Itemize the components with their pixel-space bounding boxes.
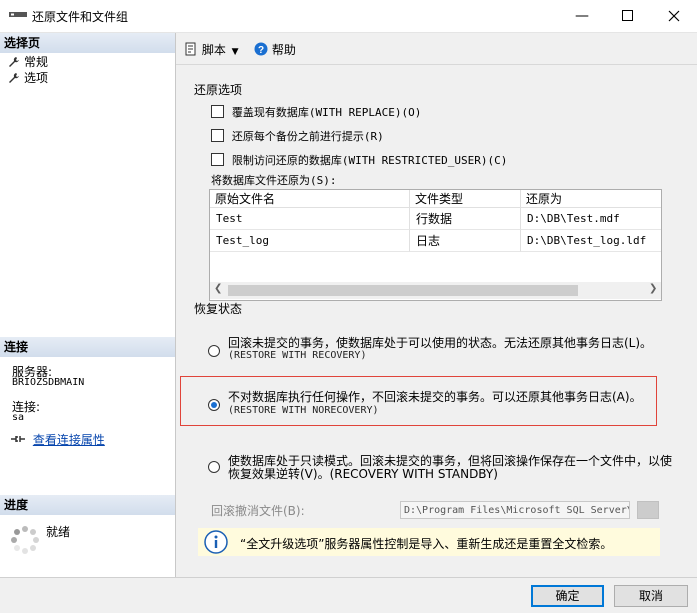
- minimize-icon: —: [575, 8, 589, 24]
- info-icon: [204, 530, 228, 554]
- recovery-option-subtext: 恢复效果逆转(V)。(RECOVERY WITH STANDBY): [228, 467, 498, 481]
- table-cell: Test: [210, 208, 410, 230]
- column-header-file-type[interactable]: 文件类型: [410, 190, 521, 208]
- nav-item-general[interactable]: 常规: [8, 54, 48, 70]
- recovery-option-subtext: (RESTORE WITH NORECOVERY): [228, 405, 379, 416]
- checkbox-box[interactable]: [211, 129, 224, 142]
- svg-text:?: ?: [258, 45, 264, 56]
- column-header-restore-as[interactable]: 还原为: [521, 190, 661, 208]
- restore-options-title: 还原选项: [194, 83, 243, 97]
- info-banner: “全文升级选项”服务器属性控制是导入、重新生成还是重置全文检索。: [198, 528, 660, 556]
- nav-item-label: 选项: [24, 71, 49, 85]
- checkbox-prompt-before-restore[interactable]: 还原每个备份之前进行提示(R): [211, 128, 384, 144]
- connection-icon: [11, 436, 25, 442]
- progress-status: 就绪: [46, 525, 71, 539]
- server-value: BRIOZSDBMAIN: [12, 377, 85, 388]
- script-icon: [185, 42, 196, 56]
- wrench-icon: [9, 57, 19, 67]
- progress-spinner-icon: [11, 526, 39, 554]
- script-label: 脚本: [201, 43, 226, 57]
- scrollbar-thumb[interactable]: [228, 285, 578, 296]
- help-label: 帮助: [271, 43, 296, 57]
- ok-button[interactable]: 确定: [531, 585, 604, 607]
- file-table[interactable]: 原始文件名 文件类型 还原为 Test 行数据 D:\DB\Test.mdf T…: [209, 189, 662, 301]
- info-text: “全文升级选项”服务器属性控制是导入、重新生成还是重置全文检索。: [240, 537, 613, 551]
- close-icon: [668, 10, 680, 22]
- window-title: 还原文件和文件组: [32, 10, 129, 24]
- radio-restore-with-recovery[interactable]: [208, 345, 220, 357]
- radio-recovery-with-standby[interactable]: [208, 461, 220, 473]
- horizontal-scrollbar[interactable]: ❮ ❯: [210, 282, 661, 299]
- maximize-button[interactable]: [605, 0, 651, 32]
- maximize-icon: [622, 10, 633, 21]
- checkbox-box[interactable]: [211, 105, 224, 118]
- chevron-down-icon: ▼: [231, 47, 239, 57]
- table-cell: 日志: [410, 230, 521, 252]
- checkbox-label: 覆盖现有数据库(WITH REPLACE)(O): [231, 106, 422, 119]
- undo-file-label: 回滚撤消文件(B):: [211, 504, 305, 518]
- left-panel: 选择页 常规 选项 连接 服务器: BRIOZSDBMAIN 连接: sa 查看…: [0, 33, 176, 577]
- title-bar: 还原文件和文件组 —: [0, 0, 697, 33]
- checkbox-label: 还原每个备份之前进行提示(R): [231, 130, 384, 143]
- help-button[interactable]: ? 帮助: [254, 41, 296, 58]
- recovery-state-title: 恢复状态: [194, 302, 243, 316]
- table-cell: 行数据: [410, 208, 521, 230]
- restore-as-label: 将数据库文件还原为(S):: [211, 174, 337, 187]
- radio-restore-with-norecovery[interactable]: [208, 399, 220, 411]
- script-button[interactable]: 脚本 ▼: [184, 41, 239, 58]
- connection-value: sa: [12, 412, 25, 423]
- scroll-right-icon[interactable]: ❯: [649, 283, 657, 294]
- column-header-original-name[interactable]: 原始文件名: [210, 190, 410, 208]
- view-connection-properties[interactable]: 查看连接属性: [10, 431, 105, 448]
- table-cell: Test_log: [210, 230, 410, 252]
- nav-item-options[interactable]: 选项: [8, 70, 48, 86]
- checkbox-box[interactable]: [211, 153, 224, 166]
- checkbox-label: 限制访问还原的数据库(WITH RESTRICTED_USER)(C): [231, 154, 508, 167]
- connection-header: 连接: [0, 337, 175, 357]
- help-icon: ?: [254, 42, 268, 56]
- progress-header: 进度: [0, 495, 175, 515]
- checkbox-with-replace[interactable]: 覆盖现有数据库(WITH REPLACE)(O): [211, 104, 421, 120]
- select-page-header: 选择页: [0, 33, 175, 53]
- recovery-option-text: 回滚未提交的事务，使数据库处于可以使用的状态。无法还原其他事务日志(L)。: [228, 336, 653, 350]
- browse-button[interactable]: [637, 501, 659, 519]
- checkbox-restricted-user[interactable]: 限制访问还原的数据库(WITH RESTRICTED_USER)(C): [211, 152, 507, 168]
- close-button[interactable]: [651, 0, 697, 32]
- recovery-option-subtext: (RESTORE WITH RECOVERY): [228, 350, 367, 361]
- wrench-icon: [9, 73, 19, 83]
- table-cell[interactable]: D:\DB\Test_log.ldf: [521, 230, 661, 252]
- nav-item-label: 常规: [24, 55, 49, 69]
- recovery-option-text: 不对数据库执行任何操作，不回滚未提交的事务。可以还原其他事务日志(A)。: [228, 390, 642, 404]
- view-connection-properties-link[interactable]: 查看连接属性: [33, 433, 105, 447]
- cancel-button[interactable]: 取消: [614, 585, 688, 607]
- undo-file-input[interactable]: D:\Program Files\Microsoft SQL Server\: [400, 501, 630, 519]
- footer-divider: [0, 577, 697, 578]
- scroll-left-icon[interactable]: ❮: [214, 283, 222, 294]
- minimize-button[interactable]: —: [559, 0, 605, 32]
- table-cell[interactable]: D:\DB\Test.mdf: [521, 208, 661, 230]
- app-icon: [9, 12, 27, 17]
- toolbar: 脚本 ▼ ? 帮助: [176, 34, 697, 64]
